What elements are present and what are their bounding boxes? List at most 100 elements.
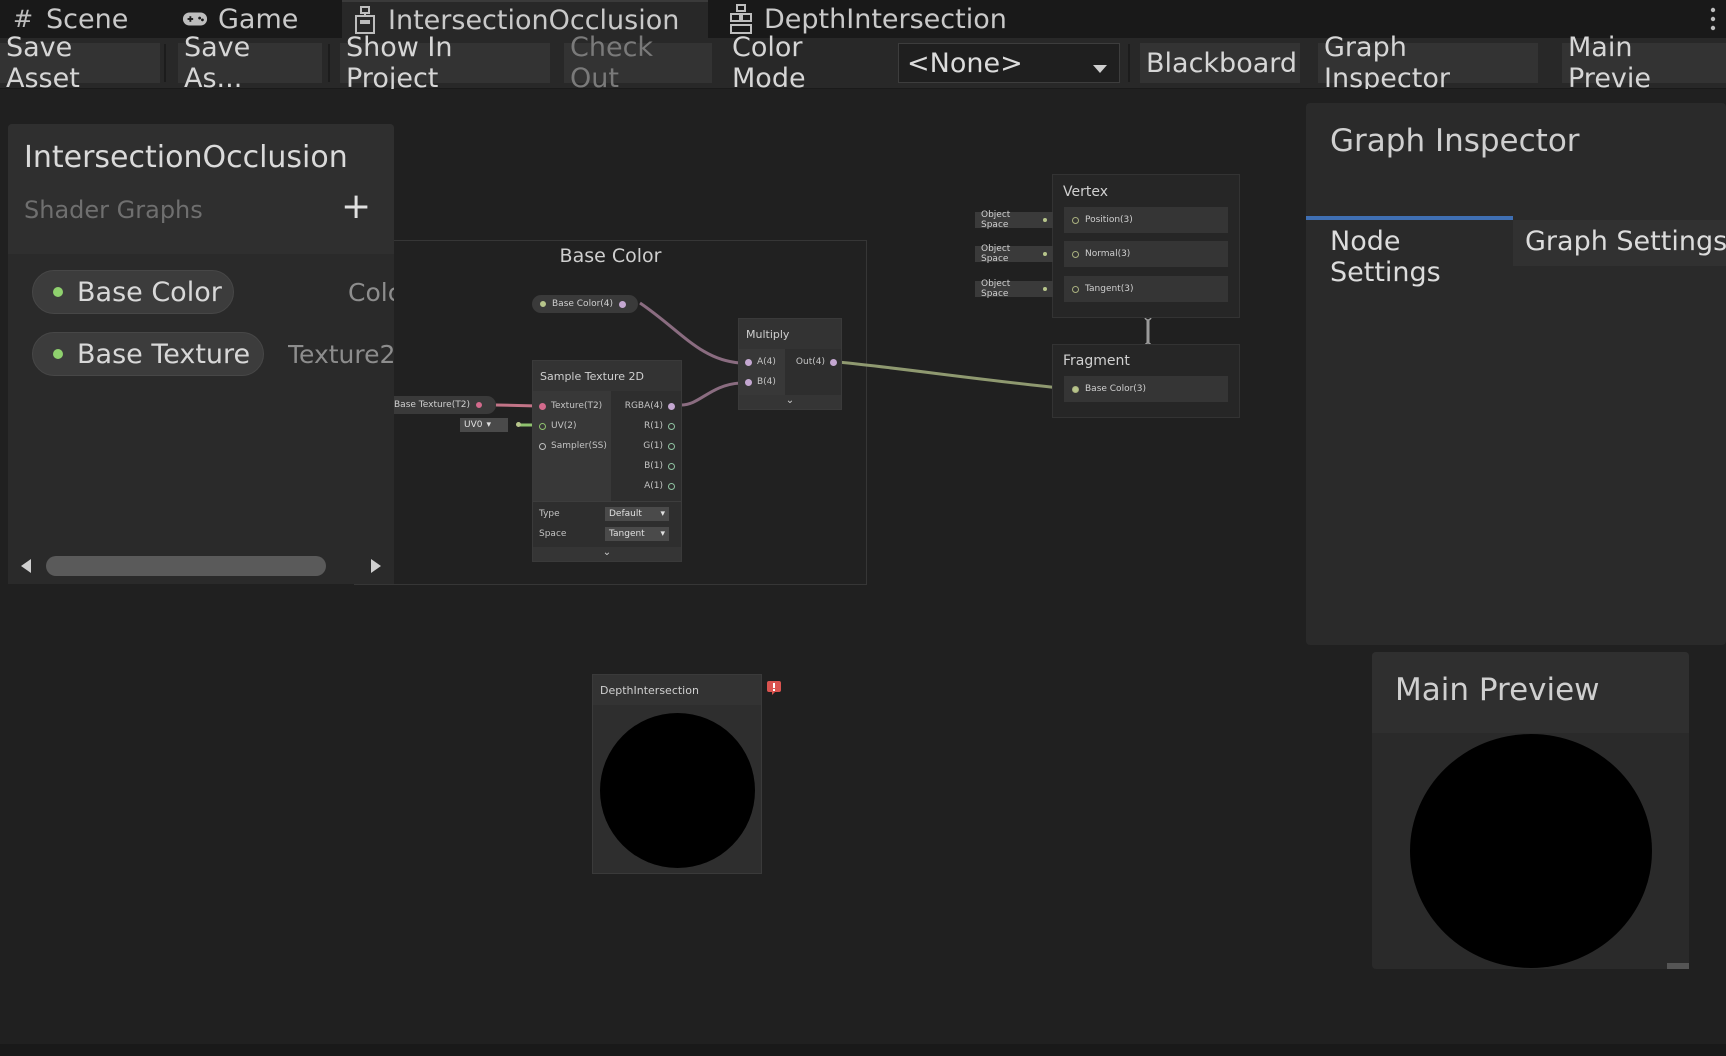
tab-label: Node Settings (1330, 226, 1441, 288)
sample-texture-2d-node[interactable]: Sample Texture 2D Texture(T2) UV(2) Samp… (532, 360, 682, 562)
collapse-chevron-icon[interactable]: ⌄ (533, 547, 681, 561)
input-slot-a[interactable]: A(4) (745, 357, 776, 367)
property-dot-icon (53, 287, 63, 297)
block-label: Normal(3) (1085, 249, 1131, 259)
slot-label: UV(2) (551, 421, 577, 431)
divider (533, 501, 681, 502)
property-node-label: Base Texture(T2) (394, 400, 470, 410)
preview-sphere[interactable] (1410, 734, 1652, 968)
type-dropdown[interactable]: Default ▾ (605, 507, 669, 521)
scroll-right-icon[interactable] (370, 558, 382, 578)
property-type: Texture2 (288, 340, 394, 369)
port-icon (1043, 252, 1047, 256)
space-dropdown[interactable]: Tangent ▾ (605, 527, 669, 541)
slot-label: A(1) (644, 481, 663, 491)
node-title: DepthIntersection (593, 675, 761, 705)
scrollbar-thumb[interactable] (46, 556, 326, 576)
port-icon (745, 358, 752, 366)
blackboard-header: IntersectionOcclusion Shader Graphs + (8, 124, 394, 254)
output-slot-out[interactable]: Out(4) (796, 357, 837, 367)
node-title: Sample Texture 2D (533, 361, 681, 391)
chevron-down-icon: ▾ (660, 509, 665, 519)
port-icon (539, 442, 546, 450)
block-base-color[interactable]: Base Color(3) (1064, 376, 1228, 402)
node-preview-sphere (600, 713, 755, 868)
slot-label: Texture(T2) (551, 401, 603, 411)
scroll-left-icon[interactable] (20, 558, 32, 578)
chevron-down-icon: ▾ (660, 529, 665, 539)
slot-label: B(4) (757, 377, 776, 387)
tab-node-settings[interactable]: Node Settings (1306, 220, 1513, 288)
port-icon (539, 402, 546, 410)
graph-inspector-panel: Graph Inspector Node Settings Graph Sett… (1306, 103, 1726, 645)
uv-output-port[interactable] (516, 422, 521, 427)
input-slot-b[interactable]: B(4) (745, 377, 776, 387)
output-slot-rgba[interactable]: RGBA(4) (625, 401, 675, 411)
block-tangent[interactable]: Tangent(3) (1064, 276, 1228, 302)
error-badge-icon[interactable] (766, 680, 782, 696)
input-slot-sampler[interactable]: Sampler(SS) (539, 441, 607, 451)
port-icon (668, 422, 675, 430)
output-slot-b[interactable]: B(1) (644, 461, 675, 471)
output-slot-r[interactable]: R(1) (644, 421, 675, 431)
status-bar (0, 1044, 1726, 1056)
input-slot-texture[interactable]: Texture(T2) (539, 401, 602, 411)
blackboard-subtitle: Shader Graphs (24, 196, 203, 224)
type-value: Default (609, 509, 642, 519)
port-icon (668, 442, 675, 450)
port-icon (830, 358, 837, 366)
port-icon (1072, 216, 1079, 224)
blackboard-title: IntersectionOcclusion (24, 140, 348, 175)
output-slot-a[interactable]: A(1) (644, 481, 675, 491)
slot-label: R(1) (643, 421, 663, 431)
port-icon (539, 422, 546, 430)
port-icon (668, 402, 675, 410)
object-space-label: Object Space (981, 244, 1011, 264)
block-label: Position(3) (1085, 215, 1133, 225)
collapse-chevron-icon[interactable]: ⌄ (739, 395, 841, 409)
port-icon (540, 301, 546, 307)
property-node-label: Base Color(4) (552, 299, 614, 309)
property-pill-base-texture[interactable]: Base Texture (32, 332, 264, 376)
slot-label: RGBA(4) (624, 401, 663, 411)
chevron-down-icon: ▾ (486, 420, 492, 430)
output-port[interactable] (475, 402, 482, 408)
slot-label: Sampler(SS) (551, 441, 607, 451)
edge-multiply-fragment (837, 360, 1071, 391)
fragment-title: Fragment (1063, 353, 1130, 369)
block-position[interactable]: Position(3) (1064, 207, 1228, 233)
property-type: Colc (348, 278, 394, 307)
output-port[interactable] (619, 300, 627, 308)
property-dot-icon (53, 349, 63, 359)
property-name: Base Texture (77, 338, 251, 370)
property-name: Base Color (77, 276, 222, 308)
port-icon (745, 378, 752, 386)
inspector-title: Graph Inspector (1330, 123, 1580, 159)
main-preview-panel: Main Preview (1372, 652, 1689, 969)
add-property-button[interactable]: + (341, 186, 371, 227)
horizontal-scrollbar[interactable] (8, 548, 394, 584)
input-slot-uv[interactable]: UV(2) (539, 421, 577, 431)
property-node-base-texture[interactable]: Base Texture(T2) (392, 396, 496, 414)
slot-label: A(4) (757, 357, 776, 367)
object-space-input[interactable]: Object Space (975, 244, 1053, 264)
uv-channel-dropdown[interactable]: UV0 ▾ (460, 418, 508, 432)
slot-label: G(1) (643, 441, 663, 451)
uv-dropdown-value: UV0 (464, 420, 483, 430)
block-normal[interactable]: Normal(3) (1064, 241, 1228, 267)
tab-label: Graph Settings (1525, 226, 1726, 257)
depth-intersection-node[interactable]: DepthIntersection (592, 674, 762, 874)
property-pill-base-color[interactable]: Base Color (32, 270, 234, 314)
node-title: Multiply (739, 319, 841, 349)
object-space-input[interactable]: Object Space (975, 210, 1053, 230)
port-icon (1072, 250, 1079, 258)
tab-graph-settings[interactable]: Graph Settings (1513, 220, 1726, 266)
block-label: Base Color(3) (1085, 384, 1147, 394)
resize-handle[interactable] (1667, 963, 1689, 969)
output-slot-g[interactable]: G(1) (643, 441, 675, 451)
multiply-node[interactable]: Multiply A(4) B(4) Out(4) ⌄ (738, 318, 842, 410)
object-space-input[interactable]: Object Space (975, 279, 1053, 299)
property-node-base-color[interactable]: Base Color(4) (532, 295, 638, 313)
object-space-label: Object Space (981, 279, 1011, 299)
type-label: Type (539, 509, 560, 519)
